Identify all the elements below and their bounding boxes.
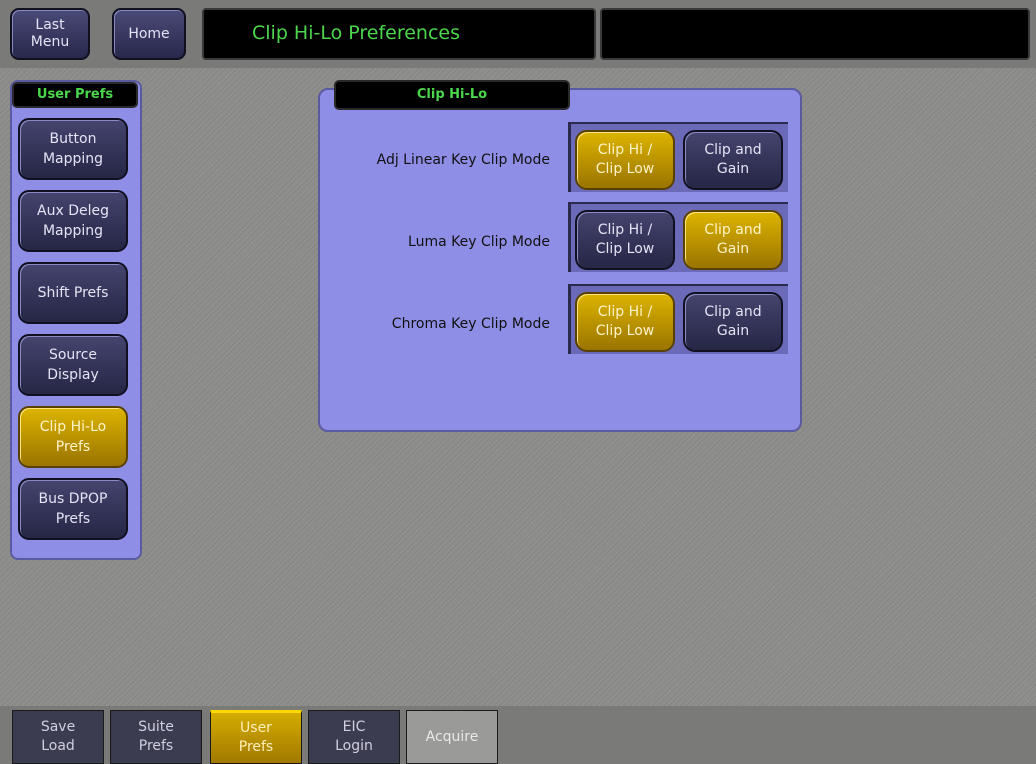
- luma-clip-and-gain-button[interactable]: Clip and Gain: [683, 210, 783, 270]
- tab-user-prefs[interactable]: User Prefs: [210, 710, 302, 764]
- status-box: [600, 8, 1030, 60]
- tab-eic-login[interactable]: EIC Login: [308, 710, 400, 764]
- adj-linear-clip-and-gain-button[interactable]: Clip and Gain: [683, 130, 783, 190]
- sidebar-item-bus-dpop-prefs[interactable]: Bus DPOP Prefs: [18, 478, 128, 540]
- chroma-clip-hi-lo-button[interactable]: Clip Hi / Clip Low: [575, 292, 675, 352]
- adj-linear-clip-hi-lo-button[interactable]: Clip Hi / Clip Low: [575, 130, 675, 190]
- tab-suite-prefs[interactable]: Suite Prefs: [110, 710, 202, 764]
- panel-title: Clip Hi-Lo: [334, 80, 570, 110]
- sidebar-item-aux-deleg-mapping[interactable]: Aux Deleg Mapping: [18, 190, 128, 252]
- tab-acquire[interactable]: Acquire: [406, 710, 498, 764]
- adj-linear-key-clip-mode-group: Clip Hi / Clip Low Clip and Gain: [568, 122, 788, 192]
- home-button[interactable]: Home: [112, 8, 186, 60]
- title-box: Clip Hi-Lo Preferences: [202, 8, 596, 60]
- chroma-key-clip-mode-group: Clip Hi / Clip Low Clip and Gain: [568, 284, 788, 354]
- luma-key-clip-mode-label: Luma Key Clip Mode: [408, 234, 550, 250]
- page-title: Clip Hi-Lo Preferences: [252, 22, 461, 44]
- last-menu-button[interactable]: Last Menu: [10, 8, 90, 60]
- sidebar-item-button-mapping[interactable]: Button Mapping: [18, 118, 128, 180]
- chroma-clip-and-gain-button[interactable]: Clip and Gain: [683, 292, 783, 352]
- sidebar-item-clip-hi-lo-prefs[interactable]: Clip Hi-Lo Prefs: [18, 406, 128, 468]
- adj-linear-key-clip-mode-label: Adj Linear Key Clip Mode: [376, 152, 550, 168]
- chroma-key-clip-mode-label: Chroma Key Clip Mode: [391, 316, 550, 332]
- tab-save-load[interactable]: Save Load: [12, 710, 104, 764]
- sidebar-item-shift-prefs[interactable]: Shift Prefs: [18, 262, 128, 324]
- luma-clip-hi-lo-button[interactable]: Clip Hi / Clip Low: [575, 210, 675, 270]
- luma-key-clip-mode-group: Clip Hi / Clip Low Clip and Gain: [568, 202, 788, 272]
- sidebar-title: User Prefs: [12, 82, 138, 108]
- sidebar-item-source-display[interactable]: Source Display: [18, 334, 128, 396]
